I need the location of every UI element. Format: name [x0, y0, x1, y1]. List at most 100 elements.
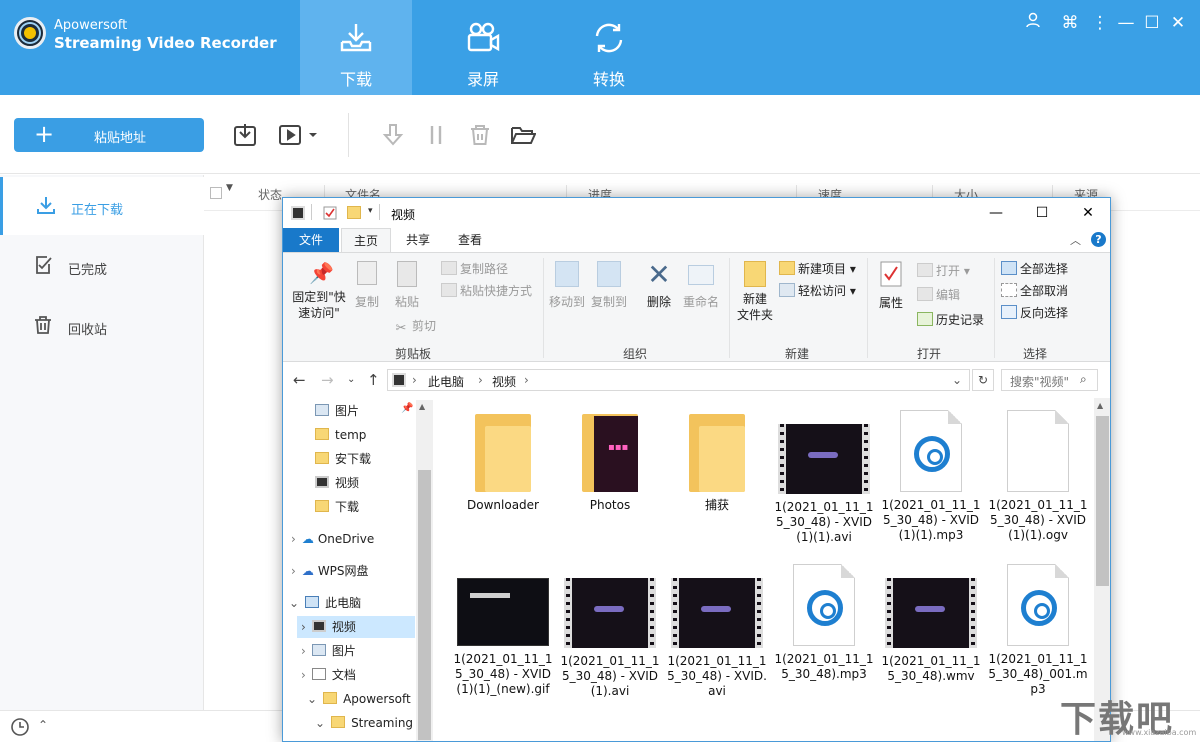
tab-record[interactable]: 录屏: [427, 0, 539, 95]
address-bar[interactable]: › 此电脑 › 视频 › ⌄: [387, 369, 970, 391]
paste-url-button[interactable]: + 粘贴地址: [14, 118, 204, 152]
back-arrow-icon[interactable]: ←: [293, 371, 306, 389]
file-item[interactable]: Downloader: [451, 410, 555, 513]
file-item[interactable]: 捕获: [665, 410, 769, 513]
forward-arrow-icon[interactable]: →: [321, 371, 334, 389]
user-icon[interactable]: [1021, 12, 1045, 34]
nav-scroll-thumb[interactable]: [418, 470, 431, 740]
minimize-icon[interactable]: —: [1114, 12, 1138, 34]
help-icon[interactable]: ?: [1091, 232, 1106, 247]
sidebar-item-recycle-bin[interactable]: 回收站: [0, 297, 204, 355]
copy-to-button[interactable]: 复制到: [589, 261, 629, 310]
sidebar-item-completed[interactable]: 已完成: [0, 237, 204, 295]
select-all-checkbox[interactable]: [210, 187, 222, 199]
tab-share[interactable]: 共享: [395, 228, 441, 252]
nav-item-streaming[interactable]: ⌄ Streaming: [315, 712, 413, 734]
nav-item-videos[interactable]: › 视频: [297, 616, 415, 638]
rename-button[interactable]: 重命名: [681, 261, 721, 310]
column-status[interactable]: 状态: [258, 186, 282, 203]
explorer-minimize-icon[interactable]: —: [973, 198, 1019, 228]
nav-item-downloads[interactable]: 下载: [315, 496, 359, 518]
file-item[interactable]: 1(2021_01_11_15_30_48)_001.mp3: [986, 564, 1090, 697]
copy-button[interactable]: 复制: [351, 261, 383, 310]
nav-item-pictures[interactable]: 图片: [315, 400, 415, 422]
content-scroll-thumb[interactable]: [1096, 416, 1109, 586]
scroll-up-icon[interactable]: ▲: [1097, 401, 1103, 410]
command-icon[interactable]: ⌘: [1058, 12, 1082, 34]
paste-shortcut-button[interactable]: 粘贴快捷方式: [441, 281, 532, 301]
properties-check-icon[interactable]: [323, 206, 337, 220]
collapse-ribbon-icon[interactable]: ︿: [1070, 232, 1081, 248]
new-folder-button[interactable]: 新建 文件夹: [733, 261, 777, 323]
new-folder-quick-icon[interactable]: [347, 206, 361, 219]
file-item[interactable]: 1(2021_01_11_15_30_48) - XVID(1)(1)_(new…: [451, 564, 555, 697]
select-none-button[interactable]: 全部取消: [1001, 281, 1068, 301]
nav-item-wps-cloud[interactable]: › ☁ WPS网盘: [291, 560, 369, 582]
delete-icon[interactable]: [467, 122, 493, 148]
file-item[interactable]: 1(2021_01_11_15_30_48) - XVID(1)(1).mp3: [879, 410, 983, 543]
explorer-close-icon[interactable]: ✕: [1065, 198, 1110, 228]
move-to-button[interactable]: 移动到: [547, 261, 587, 310]
start-download-icon[interactable]: [380, 122, 406, 148]
nav-item-temp[interactable]: temp: [315, 424, 366, 446]
edit-button[interactable]: 编辑: [917, 285, 960, 305]
easy-access-button[interactable]: 轻松访问 ▾: [779, 281, 856, 301]
cut-label: 剪切: [412, 319, 437, 333]
invert-selection-button[interactable]: 反向选择: [1001, 303, 1068, 323]
explorer-maximize-icon[interactable]: ☐: [1019, 198, 1065, 228]
up-arrow-icon[interactable]: ↑: [367, 371, 380, 389]
refresh-icon[interactable]: ↻: [972, 369, 994, 391]
tab-home[interactable]: 主页: [341, 228, 391, 252]
close-icon[interactable]: ✕: [1166, 12, 1190, 34]
file-item[interactable]: 1(2021_01_11_15_30_48).wmv: [879, 564, 983, 684]
scroll-up-icon[interactable]: ▲: [419, 402, 425, 411]
sidebar-item-downloading[interactable]: 正在下载: [0, 177, 204, 235]
open-button[interactable]: 打开 ▾: [917, 261, 970, 281]
tab-download[interactable]: 下载: [300, 0, 412, 95]
search-input[interactable]: 搜索"视频" ⌕: [1001, 369, 1098, 391]
new-item-button[interactable]: 新建项目 ▾: [779, 259, 856, 279]
copy-path-button[interactable]: 复制路径: [441, 259, 508, 279]
nav-item-pictures-pc[interactable]: › 图片: [301, 640, 356, 662]
chevron-down-icon[interactable]: ▼: [226, 183, 233, 193]
properties-button[interactable]: 属性: [873, 261, 909, 311]
schedule-clock-icon[interactable]: [10, 717, 30, 737]
video-menu-icon[interactable]: [277, 122, 303, 148]
nav-item-apowersoft[interactable]: ⌄ Apowersoft: [307, 688, 411, 710]
tab-convert[interactable]: 转换: [553, 0, 665, 95]
file-item[interactable]: 1(2021_01_11_15_30_48) - XVID(1)(1).avi: [772, 410, 876, 545]
delete-file-button[interactable]: ✕ 删除: [639, 261, 679, 310]
breadcrumb-this-pc[interactable]: 此电脑: [428, 373, 464, 390]
nav-item-documents[interactable]: › 文档: [301, 664, 356, 686]
file-item[interactable]: 1(2021_01_11_15_30_48) - XVID(1).avi: [558, 564, 662, 699]
chevron-up-icon[interactable]: ⌃: [38, 718, 48, 732]
nav-item-videos-quick[interactable]: 视频: [315, 472, 359, 494]
recent-locations-icon[interactable]: ⌄: [347, 374, 355, 385]
nav-item-this-pc[interactable]: ⌄ 此电脑: [289, 592, 361, 614]
open-folder-icon[interactable]: [510, 122, 536, 148]
pause-icon[interactable]: [423, 122, 449, 148]
select-all-button[interactable]: 全部选择: [1001, 259, 1068, 279]
cut-button[interactable]: ✂ 剪切: [393, 316, 436, 336]
paste-label: 粘贴: [394, 295, 419, 309]
nav-scrollbar[interactable]: ▲: [416, 400, 433, 741]
paste-button[interactable]: 粘贴: [391, 261, 423, 310]
more-icon[interactable]: ⋮: [1088, 12, 1112, 34]
convert-arrows-icon: [595, 23, 623, 53]
history-button[interactable]: 历史记录: [917, 310, 984, 330]
download-add-icon[interactable]: [232, 122, 258, 148]
tab-view[interactable]: 查看: [447, 228, 493, 252]
customize-quick-access-icon[interactable]: ▾: [368, 206, 373, 216]
file-item[interactable]: 1(2021_01_11_15_30_48) - XVID.avi: [665, 564, 769, 699]
address-dropdown-icon[interactable]: ⌄: [952, 373, 962, 387]
pin-quick-access-button[interactable]: 📌 固定到"快速访问": [289, 261, 349, 321]
nav-item-anxiazai[interactable]: 安下载: [315, 448, 371, 470]
dropdown-arrow-icon[interactable]: [306, 122, 320, 148]
file-item[interactable]: 1(2021_01_11_15_30_48).mp3: [772, 564, 876, 682]
breadcrumb-videos[interactable]: 视频: [492, 373, 516, 390]
file-item[interactable]: ▪▪▪ Photos: [558, 410, 662, 513]
maximize-icon[interactable]: ☐: [1140, 12, 1164, 34]
nav-item-onedrive[interactable]: › ☁ OneDrive: [291, 528, 374, 550]
tab-file[interactable]: 文件: [283, 228, 339, 252]
file-item[interactable]: 1(2021_01_11_15_30_48) - XVID(1)(1).ogv: [986, 410, 1090, 543]
